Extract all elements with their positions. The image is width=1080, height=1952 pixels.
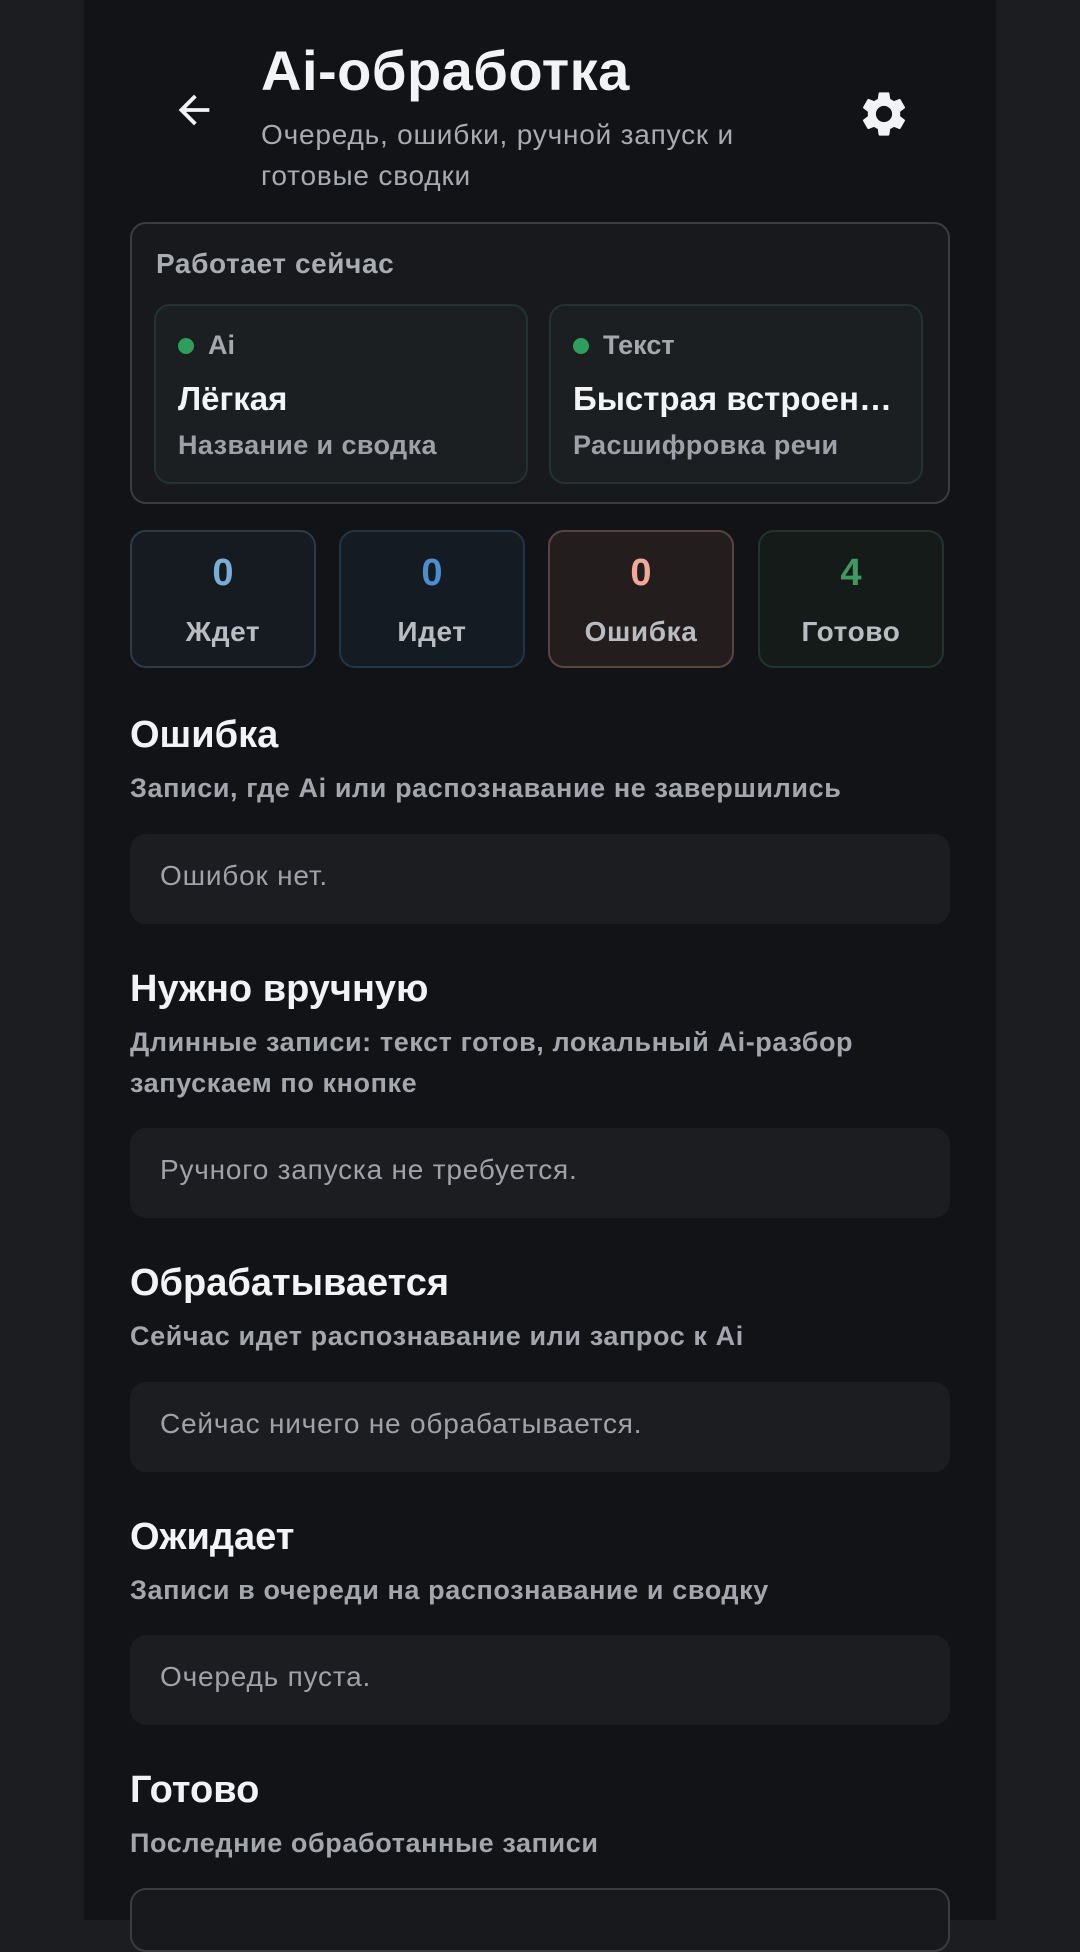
ai-engine-card[interactable]: Ai Лёгкая Название и сводка xyxy=(154,304,528,484)
stat-done[interactable]: 4 Готово xyxy=(758,530,944,668)
section-title-processing: Обрабатывается xyxy=(130,1262,450,1304)
empty-state-waiting: Очередь пуста. xyxy=(130,1635,950,1725)
arrow-left-icon xyxy=(178,94,210,126)
stat-running[interactable]: 0 Идет xyxy=(339,530,525,668)
section-title-manual: Нужно вручную xyxy=(130,968,429,1010)
working-now-label: Работает сейчас xyxy=(156,248,395,279)
engine-name: Лёгкая xyxy=(178,380,288,417)
section-title-errors: Ошибка xyxy=(130,714,279,756)
stat-label: Ошибка xyxy=(584,616,698,647)
engine-name: Быстрая встроенная xyxy=(573,380,905,417)
page-subtitle: Очередь, ошибки, ручной запуск и готовые… xyxy=(261,119,734,191)
stat-label: Готово xyxy=(801,616,901,647)
top-bar: Ai-обработка Очередь, ошибки, ручной зап… xyxy=(84,0,996,210)
section-desc-errors: Записи, где Ai или распознавание не заве… xyxy=(130,773,842,803)
stat-error[interactable]: 0 Ошибка xyxy=(548,530,734,668)
gear-icon xyxy=(862,92,906,136)
empty-state-errors: Ошибок нет. xyxy=(130,834,950,924)
status-dot-icon xyxy=(178,337,194,354)
section-desc-processing: Сейчас идет распознавание или запрос к A… xyxy=(130,1321,744,1351)
section-title-waiting: Ожидает xyxy=(130,1516,295,1558)
empty-text: Ручного запуска не требуется. xyxy=(160,1154,578,1185)
engine-desc: Название и сводка xyxy=(178,430,437,460)
stat-value: 0 xyxy=(212,552,234,594)
empty-text: Сейчас ничего не обрабатывается. xyxy=(160,1408,643,1439)
settings-button[interactable] xyxy=(854,84,914,144)
engine-tag: Текст xyxy=(603,330,675,360)
empty-state-manual: Ручного запуска не требуется. xyxy=(130,1128,950,1218)
text-engine-card[interactable]: Текст Быстрая встроенная Расшифровка реч… xyxy=(549,304,923,484)
page-title: Ai-обработка xyxy=(261,39,630,102)
stat-value: 0 xyxy=(630,552,652,594)
stat-value: 0 xyxy=(421,552,443,594)
stat-label: Идет xyxy=(397,616,467,647)
engine-desc: Расшифровка речи xyxy=(573,430,839,460)
engine-tag: Ai xyxy=(208,330,235,360)
empty-text: Ошибок нет. xyxy=(160,860,328,891)
status-dot-icon xyxy=(573,337,589,354)
ai-processing-screen: Ai-обработка Очередь, ошибки, ручной зап… xyxy=(84,0,996,1952)
section-title-done: Готово xyxy=(130,1769,260,1811)
empty-text: Очередь пуста. xyxy=(160,1661,372,1692)
section-desc-waiting: Записи в очереди на распознавание и свод… xyxy=(130,1575,769,1605)
section-desc-manual: Длинные записи: текст готов, локальный A… xyxy=(130,1027,854,1098)
done-list-card[interactable] xyxy=(130,1888,950,1952)
stat-value: 4 xyxy=(840,552,862,594)
section-desc-done: Последние обработанные записи xyxy=(130,1828,599,1858)
stat-label: Ждет xyxy=(185,616,261,647)
working-now-card: Работает сейчас Ai Лёгкая Название и сво… xyxy=(130,222,950,504)
empty-state-processing: Сейчас ничего не обрабатывается. xyxy=(130,1382,950,1472)
back-button[interactable] xyxy=(164,80,224,140)
stat-waiting[interactable]: 0 Ждет xyxy=(130,530,316,668)
